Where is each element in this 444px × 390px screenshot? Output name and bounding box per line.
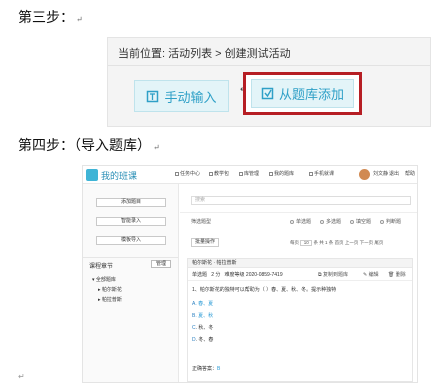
radio-single[interactable]: 单选题 [290,218,311,225]
step-3-heading: 第三步： ↵ [18,7,83,27]
avatar[interactable] [359,169,370,180]
divider [108,65,430,66]
divider [180,212,417,213]
tree-item-all[interactable]: ▾ 全部题库 [92,276,116,283]
last-page-link[interactable]: 尾页 [374,240,383,245]
prev-page-link[interactable]: 上一页 [345,240,359,245]
page-size-select[interactable]: 10 [300,240,313,246]
question-date: 难度等级 2020-0859-7419 [224,272,283,278]
radio-icon [290,219,294,224]
help-link[interactable]: 帮助 [405,170,415,177]
option-c: C. 秋、冬 [192,325,214,331]
radio-icon [350,219,354,224]
tree-item-1[interactable]: ▸ 帕尔斯花 [98,286,122,293]
edit-button[interactable]: ✎ 编辑 [363,271,379,278]
question-type: 单选题 [192,272,208,278]
step-3-title: 第三步： [18,10,74,26]
question-card: 帕尔斯花 · 帕拉普斯 单选题 2 分 难度等级 2020-0859-7419 … [187,258,413,382]
first-page-link[interactable]: 首页 [335,240,344,245]
search-input[interactable]: 搜索 [191,196,411,205]
edit-icon: ✎ [363,272,368,278]
radio-fill[interactable]: 填空题 [350,218,371,225]
copy-to-bank-button[interactable]: ⧉ 复制到题库 [318,271,348,278]
user-name[interactable]: 刘文静 [373,170,388,177]
smart-entry-button[interactable]: 智能录入 [96,217,166,226]
task-icon [175,171,179,176]
breadcrumb: 当前位置: 活动列表 > 创建测试活动 [118,48,291,60]
copy-icon: ⧉ [318,272,322,278]
filter-label: 筛选题型 [191,219,212,225]
sidebar: 添加题目 智能录入 模板导入 课程章节 管理 ▾ 全部题库 ▸ 帕尔斯花 ▸ 帕… [83,184,179,382]
mobile-icon [309,171,313,176]
library-icon [239,171,243,176]
radio-icon [380,219,384,224]
nav-item-mobile[interactable]: 手机就课 [309,170,334,177]
radio-multiple[interactable]: 多选题 [320,218,341,225]
manage-button[interactable]: 管理 [151,260,171,268]
option-d: D. 冬、春 [192,337,214,343]
option-a: A. 春、夏 [192,301,214,307]
correct-answer: 正确答案：B [192,366,221,372]
trash-icon: 🗑 [388,272,395,278]
radio-icon [320,219,324,224]
question-stem: 1、帕尔斯花的独特可以帮助为（ ）春、夏、秋、冬。提示种独特 [192,287,337,293]
pager: 每页 10 条 共 1 条 首页 上一页 下一页 尾页 [290,240,384,246]
add-from-bank-label: 从题库添加 [278,87,344,102]
question-score: 2 分 [211,272,221,278]
radio-judge[interactable]: 判断题 [380,218,401,225]
batch-operation-button[interactable]: 批量操作 [191,238,219,247]
paragraph-mark-icon: ↵ [153,143,160,152]
nav-item-task[interactable]: 任务中心 [175,170,200,177]
app-name: 我的班课 [101,171,138,181]
main-content: 搜索 筛选题型 单选题 多选题 填空题 判断题 批量操作 每页 10 条 共 1… [180,184,417,382]
top-bar: 我的班课 任务中心 教学包 库管理 我的题库 手机就课 刘文静 退出 帮助 [83,166,417,184]
paragraph-mark-icon: ↵ [76,15,83,24]
question-bank-screenshot: 我的班课 任务中心 教学包 库管理 我的题库 手机就课 刘文静 退出 帮助 添加… [82,165,418,383]
next-page-link[interactable]: 下一页 [360,240,374,245]
paragraph-mark-icon: ↵ [18,372,25,381]
card-header: 帕尔斯花 · 帕拉普斯 [188,259,412,268]
question-meta: 单选题 2 分 难度等级 2020-0859-7419 [192,271,283,278]
template-import-button[interactable]: 模板导入 [96,236,166,245]
option-b: B. 夏、秋 [192,313,214,319]
section-title: 课程章节 [89,264,114,270]
manual-input-button[interactable]: 手动输入 [134,80,229,112]
add-from-bank-button[interactable]: 从题库添加 [251,79,354,108]
divider [83,257,178,258]
manual-input-icon [147,90,159,102]
nav-item-library[interactable]: 库管理 [239,170,259,177]
bank-icon [269,171,273,176]
package-icon [209,171,213,176]
step-4-heading: 第四步：（导入题库） ↵ [18,135,160,155]
nav-item-package[interactable]: 教学包 [209,170,229,177]
highlight-box: 从题库添加 [243,72,362,115]
nav-item-my-bank[interactable]: 我的题库 [269,170,294,177]
delete-button[interactable]: 🗑 删除 [388,271,406,278]
logout-link[interactable]: 退出 [389,170,399,177]
tree-item-2[interactable]: ▸ 帕拉普斯 [98,296,122,303]
divider [188,280,412,281]
add-question-button[interactable]: 添加题目 [96,198,166,207]
step-4-title: 第四步：（导入题库） [18,138,151,154]
create-test-screenshot: 当前位置: 活动列表 > 创建测试活动 手动输入 ↵ 从题库添加 [107,37,431,127]
app-logo-icon [86,169,98,181]
manual-input-label: 手动输入 [164,89,217,105]
import-icon [261,87,274,100]
